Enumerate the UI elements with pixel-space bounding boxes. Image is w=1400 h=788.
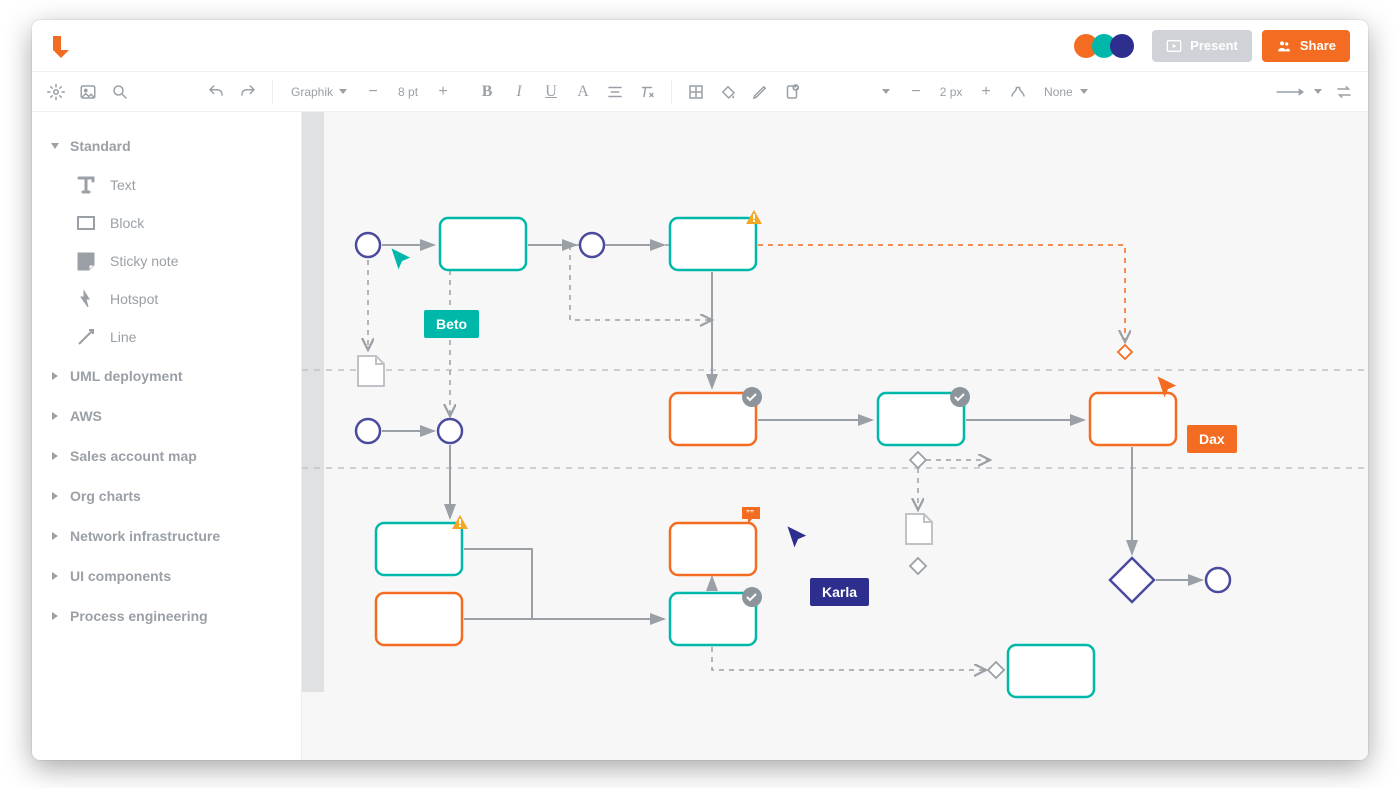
- collaborator-tag: Beto: [424, 310, 479, 338]
- collaborator-tag: Karla: [810, 578, 869, 606]
- shape-label: Sticky note: [110, 253, 178, 269]
- category-label: Standard: [70, 138, 131, 154]
- decrement-stroke-button[interactable]: −: [902, 78, 930, 106]
- category-aws[interactable]: AWS: [32, 396, 301, 436]
- bold-icon[interactable]: B: [473, 78, 501, 106]
- category-label: Sales account map: [70, 448, 197, 464]
- shape-label: Line: [110, 329, 136, 345]
- chevron-down-icon: [51, 143, 59, 149]
- swap-ends-icon[interactable]: [1330, 78, 1358, 106]
- block-icon: [76, 213, 96, 233]
- line-style-select[interactable]: None: [1036, 78, 1096, 106]
- clear-format-icon[interactable]: [633, 78, 661, 106]
- app-header: Present Share: [32, 20, 1368, 72]
- shape-line[interactable]: Line: [62, 318, 301, 356]
- diagram-canvas[interactable]: ”” Beto Karla Dax: [302, 112, 1368, 760]
- svg-text:””: ””: [746, 509, 754, 518]
- shape-text[interactable]: Text: [62, 166, 301, 204]
- hotspot-icon: [76, 289, 96, 309]
- category-standard[interactable]: Standard: [32, 126, 301, 166]
- line-style-value: None: [1044, 85, 1073, 99]
- category-uml[interactable]: UML deployment: [32, 356, 301, 396]
- chevron-right-icon: [52, 612, 58, 620]
- category-label: AWS: [70, 408, 102, 424]
- category-process[interactable]: Process engineering: [32, 596, 301, 636]
- italic-icon[interactable]: I: [505, 78, 533, 106]
- stroke-width-value[interactable]: 2 px: [934, 85, 968, 99]
- align-icon[interactable]: [601, 78, 629, 106]
- text-color-icon[interactable]: A: [569, 78, 597, 106]
- presence-stack[interactable]: [1074, 34, 1134, 58]
- decrement-font-button[interactable]: −: [359, 78, 387, 106]
- category-network[interactable]: Network infrastructure: [32, 516, 301, 556]
- category-ui[interactable]: UI components: [32, 556, 301, 596]
- category-sales[interactable]: Sales account map: [32, 436, 301, 476]
- chevron-down-icon: [1080, 89, 1088, 94]
- chevron-right-icon: [52, 532, 58, 540]
- sticky-note-icon: [76, 251, 96, 271]
- shapes-sidebar: Standard Text Block Sticky note Hotspot: [32, 112, 302, 760]
- undo-icon[interactable]: [202, 78, 230, 106]
- share-label: Share: [1300, 38, 1336, 53]
- chevron-right-icon: [52, 492, 58, 500]
- text-icon: [76, 175, 96, 195]
- fill-icon[interactable]: [682, 78, 710, 106]
- shape-block[interactable]: Block: [62, 204, 301, 242]
- category-label: UML deployment: [70, 368, 183, 384]
- font-family-value: Graphik: [291, 85, 333, 99]
- chevron-down-icon: [339, 89, 347, 94]
- shape-label: Hotspot: [110, 291, 158, 307]
- app-logo[interactable]: [50, 34, 72, 58]
- shape-sticky-note[interactable]: Sticky note: [62, 242, 301, 280]
- shape-label: Text: [110, 177, 136, 193]
- shape-label: Block: [110, 215, 144, 231]
- collaborator-tag: Dax: [1187, 425, 1237, 453]
- font-size-value[interactable]: 8 pt: [391, 85, 425, 99]
- chevron-down-icon: [1314, 89, 1322, 94]
- arrow-style-select[interactable]: [1266, 78, 1326, 106]
- connector-icon[interactable]: [1004, 78, 1032, 106]
- chevron-down-icon: [882, 89, 890, 94]
- settings-icon[interactable]: [42, 78, 70, 106]
- bucket-icon[interactable]: [714, 78, 742, 106]
- category-label: UI components: [70, 568, 171, 584]
- chevron-right-icon: [52, 412, 58, 420]
- category-label: Process engineering: [70, 608, 208, 624]
- increment-font-button[interactable]: +: [429, 78, 457, 106]
- paste-style-icon[interactable]: [778, 78, 806, 106]
- shape-hotspot[interactable]: Hotspot: [62, 280, 301, 318]
- presence-avatar[interactable]: [1110, 34, 1134, 58]
- line-color-select[interactable]: [874, 78, 898, 106]
- present-button[interactable]: Present: [1152, 30, 1252, 62]
- chevron-right-icon: [52, 572, 58, 580]
- people-icon: [1276, 38, 1292, 54]
- chevron-right-icon: [52, 452, 58, 460]
- image-icon[interactable]: [74, 78, 102, 106]
- line-icon: [76, 327, 96, 347]
- share-button[interactable]: Share: [1262, 30, 1350, 62]
- underline-icon[interactable]: U: [537, 78, 565, 106]
- collaborator-cursor: [388, 246, 416, 274]
- redo-icon[interactable]: [234, 78, 262, 106]
- chevron-right-icon: [52, 372, 58, 380]
- category-label: Org charts: [70, 488, 141, 504]
- search-icon[interactable]: [106, 78, 134, 106]
- collaborator-cursor: [1154, 374, 1182, 402]
- present-label: Present: [1190, 38, 1238, 53]
- collaborator-cursor: [784, 524, 812, 552]
- font-family-select[interactable]: Graphik: [283, 78, 355, 106]
- formatting-toolbar: Graphik − 8 pt + B I U A − 2 px + None: [32, 72, 1368, 112]
- category-label: Network infrastructure: [70, 528, 220, 544]
- pencil-icon[interactable]: [746, 78, 774, 106]
- category-org[interactable]: Org charts: [32, 476, 301, 516]
- play-icon: [1166, 38, 1182, 54]
- increment-stroke-button[interactable]: +: [972, 78, 1000, 106]
